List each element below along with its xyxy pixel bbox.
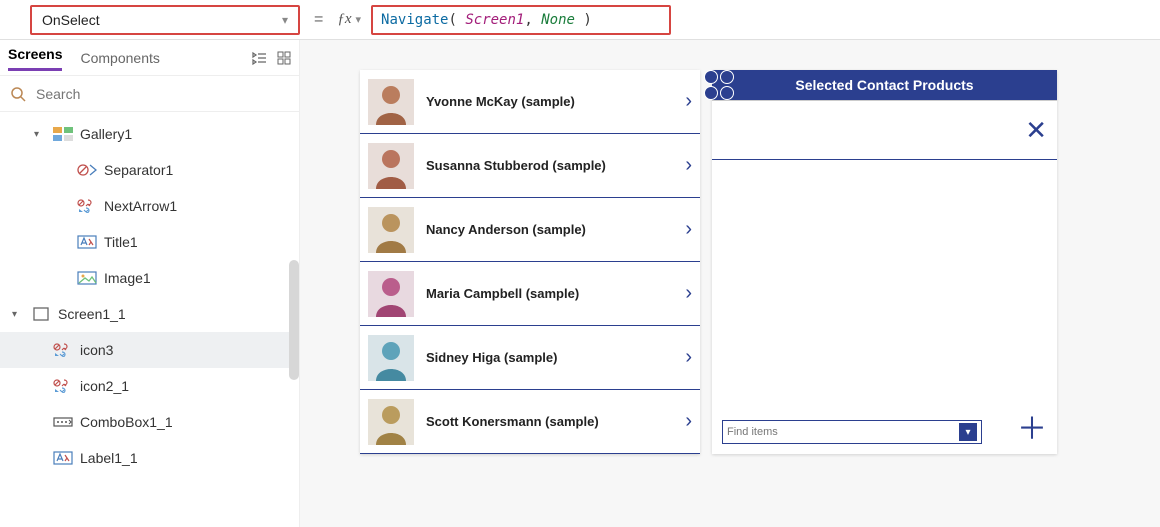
tree-item-icon3[interactable]: icon3 (0, 332, 299, 368)
chevron-down-icon[interactable]: ▾ (12, 309, 24, 320)
tree-tabs: Screens Components (0, 40, 299, 76)
chevron-down-icon[interactable]: ▾ (34, 129, 46, 140)
contact-name: Sidney Higa (sample) (414, 350, 685, 365)
tree-search-input[interactable] (34, 85, 289, 103)
avatar (368, 271, 414, 317)
tree-search[interactable] (0, 76, 299, 112)
tree-item-label: icon2_1 (80, 378, 129, 394)
tree-view-pane: Screens Components ▾ Gallery1 Separator1 Ne… (0, 40, 300, 527)
property-selector[interactable]: OnSelect ▾ (30, 5, 300, 35)
add-icon[interactable]: ＋ (1017, 404, 1047, 448)
formula-input[interactable]: Navigate ( Screen1 , None ) (371, 5, 671, 35)
statectrl-icon (76, 197, 98, 215)
chevron-right-icon[interactable]: › (685, 218, 692, 241)
tree-list: ▾ Gallery1 Separator1 NextArrow1 Title1 Image… (0, 112, 299, 527)
tree-item-label: Image1 (104, 270, 151, 286)
tree-item-nextarrow1[interactable]: NextArrow1 (0, 188, 299, 224)
selection-handles[interactable] (704, 70, 734, 100)
tree-item-screen1_1[interactable]: ▾ Screen1_1 (0, 296, 299, 332)
avatar (368, 207, 414, 253)
chevron-right-icon[interactable]: › (685, 90, 692, 113)
contacts-gallery[interactable]: Yvonne McKay (sample)›Susanna Stubberod … (360, 70, 700, 454)
chevron-right-icon[interactable]: › (685, 346, 692, 369)
combobox-icon (52, 413, 74, 431)
scrollbar-thumb[interactable] (289, 260, 299, 380)
contact-name: Scott Konersmann (sample) (414, 414, 685, 429)
gallery-icon (52, 125, 74, 143)
tree-item-image1[interactable]: Image1 (0, 260, 299, 296)
gallery-row[interactable]: Sidney Higa (sample)› (360, 326, 700, 390)
separator-icon (76, 161, 98, 179)
formula-container: ƒx ▾ Navigate ( Screen1 , None ) (337, 5, 1150, 35)
tree-item-combobox1_1[interactable]: ComboBox1_1 (0, 404, 299, 440)
fx-icon: ƒx (337, 11, 355, 28)
tree-item-icon2_1[interactable]: icon2_1 (0, 368, 299, 404)
image-icon (76, 269, 98, 287)
contact-name: Nancy Anderson (sample) (414, 222, 685, 237)
tree-item-label: Gallery1 (80, 126, 132, 142)
avatar (368, 399, 414, 445)
find-items-combobox[interactable]: Find items ▾ (722, 420, 982, 444)
gallery-row[interactable]: Yvonne McKay (sample)› (360, 70, 700, 134)
property-selector-value: OnSelect (42, 12, 100, 28)
detail-title: Selected Contact Products (795, 77, 973, 93)
chevron-right-icon[interactable]: › (685, 410, 692, 433)
contact-name: Susanna Stubberod (sample) (414, 158, 685, 173)
gallery-row[interactable]: Maria Campbell (sample)› (360, 262, 700, 326)
tree-grid-icon[interactable] (277, 51, 291, 65)
chevron-down-icon[interactable]: ▾ (356, 13, 362, 26)
chevron-right-icon[interactable]: › (685, 154, 692, 177)
tree-item-label: NextArrow1 (104, 198, 177, 214)
chevron-right-icon[interactable]: › (685, 282, 692, 305)
divider (712, 159, 1057, 160)
gallery-row[interactable]: Susanna Stubberod (sample)› (360, 134, 700, 198)
tree-collapse-icon[interactable] (251, 51, 267, 65)
tree-item-label: icon3 (80, 342, 113, 358)
formula-token: ( (448, 12, 465, 28)
detail-body: ✕ Find items ▾ ＋ (712, 100, 1057, 454)
avatar (368, 335, 414, 381)
gallery-row[interactable]: Scott Konersmann (sample)› (360, 390, 700, 454)
formula-token-arg2: None (541, 12, 575, 28)
tree-item-label: Label1_1 (80, 450, 138, 466)
label-icon (76, 233, 98, 251)
tree-item-label: Separator1 (104, 162, 173, 178)
formula-token: , (524, 12, 541, 28)
detail-panel: Selected Contact Products ✕ Find items ▾… (712, 70, 1057, 454)
statectrl-icon (52, 341, 74, 359)
avatar (368, 79, 414, 125)
formula-token-arg1: Screen1 (465, 12, 524, 28)
avatar (368, 143, 414, 189)
equals-sign: = (310, 11, 327, 29)
statectrl-icon (52, 377, 74, 395)
combobox-placeholder: Find items (727, 426, 778, 438)
chevron-down-icon[interactable]: ▾ (959, 423, 977, 441)
formula-token-fn: Navigate (381, 12, 448, 28)
tree-item-label: Title1 (104, 234, 138, 250)
detail-header: Selected Contact Products (712, 70, 1057, 100)
formula-token: ) (575, 12, 592, 28)
close-icon[interactable]: ✕ (1025, 115, 1047, 146)
screen-icon (30, 305, 52, 323)
tab-screens[interactable]: Screens (8, 46, 62, 71)
canvas[interactable]: Yvonne McKay (sample)›Susanna Stubberod … (300, 40, 1160, 527)
label-icon (52, 449, 74, 467)
tree-item-label1_1[interactable]: Label1_1 (0, 440, 299, 476)
contact-name: Maria Campbell (sample) (414, 286, 685, 301)
chevron-down-icon: ▾ (282, 13, 288, 27)
search-icon (10, 86, 26, 102)
tree-item-title1[interactable]: Title1 (0, 224, 299, 260)
tree-item-label: Screen1_1 (58, 306, 126, 322)
tree-item-separator1[interactable]: Separator1 (0, 152, 299, 188)
tab-components[interactable]: Components (80, 50, 159, 66)
gallery-row[interactable]: Nancy Anderson (sample)› (360, 198, 700, 262)
formula-bar: OnSelect ▾ = ƒx ▾ Navigate ( Screen1 , N… (0, 0, 1160, 40)
contact-name: Yvonne McKay (sample) (414, 94, 685, 109)
tree-item-gallery1[interactable]: ▾ Gallery1 (0, 116, 299, 152)
tree-item-label: ComboBox1_1 (80, 414, 173, 430)
